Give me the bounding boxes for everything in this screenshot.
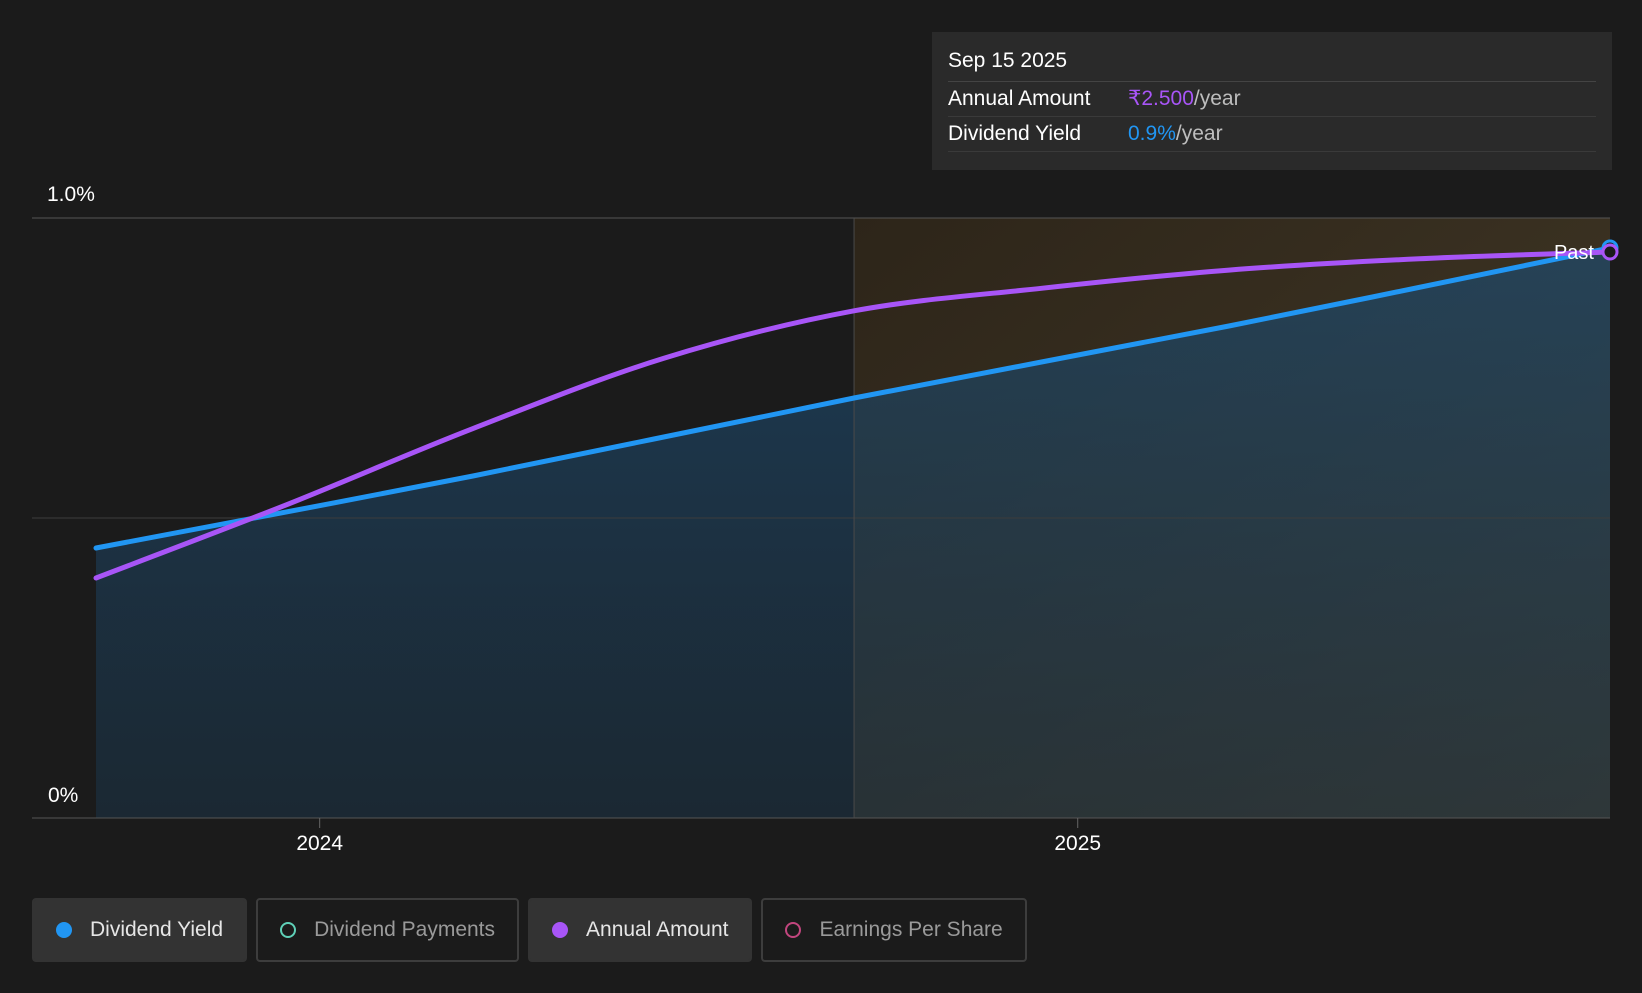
legend-label: Earnings Per Share bbox=[819, 918, 1003, 941]
dividend-yield-area bbox=[96, 248, 1610, 818]
tooltip-value: 0.9% bbox=[1128, 122, 1176, 145]
x-tick-label: 2025 bbox=[1054, 832, 1101, 855]
legend-label: Annual Amount bbox=[586, 918, 729, 941]
dividend-chart: 2024 2025 1.0% 0% Past Sep 15 2025 Annual Am… bbox=[0, 0, 1642, 988]
legend-label: Dividend Yield bbox=[90, 918, 224, 941]
legend-earnings-per-share[interactable]: Earnings Per Share bbox=[761, 898, 1027, 962]
tooltip-label: Annual Amount bbox=[948, 87, 1091, 110]
annual-amount-end-marker bbox=[1601, 243, 1619, 261]
y-tick-label: 0% bbox=[48, 784, 78, 807]
legend-dividend-yield[interactable]: Dividend Yield bbox=[32, 898, 248, 962]
chart-legend: Dividend Yield Dividend Payments Annual … bbox=[32, 898, 1027, 962]
legend-label: Dividend Payments bbox=[314, 918, 496, 941]
tooltip-row-dividend-yield: Dividend Yield 0.9% /year bbox=[948, 117, 1596, 152]
x-tick-label: 2024 bbox=[296, 832, 343, 855]
tooltip-unit: /year bbox=[1193, 87, 1241, 110]
tooltip-label: Dividend Yield bbox=[948, 122, 1082, 145]
legend-dot-icon bbox=[552, 922, 569, 938]
legend-annual-amount[interactable]: Annual Amount bbox=[528, 898, 753, 962]
tooltip-unit: /year bbox=[1175, 122, 1223, 145]
legend-dividend-payments[interactable]: Dividend Payments bbox=[256, 898, 520, 962]
y-tick-label: 1.0% bbox=[47, 183, 95, 206]
tooltip-value: ₹2.500 bbox=[1128, 87, 1194, 110]
legend-dot-icon bbox=[280, 922, 297, 938]
legend-dot-icon bbox=[56, 922, 72, 938]
legend-dot-icon bbox=[785, 922, 802, 938]
tooltip-date: Sep 15 2025 bbox=[948, 46, 1596, 82]
past-label: Past bbox=[1554, 242, 1594, 264]
tooltip-row-annual-amount: Annual Amount ₹2.500 /year bbox=[948, 82, 1596, 117]
chart-tooltip: Sep 15 2025 Annual Amount ₹2.500 /year D… bbox=[932, 32, 1612, 170]
